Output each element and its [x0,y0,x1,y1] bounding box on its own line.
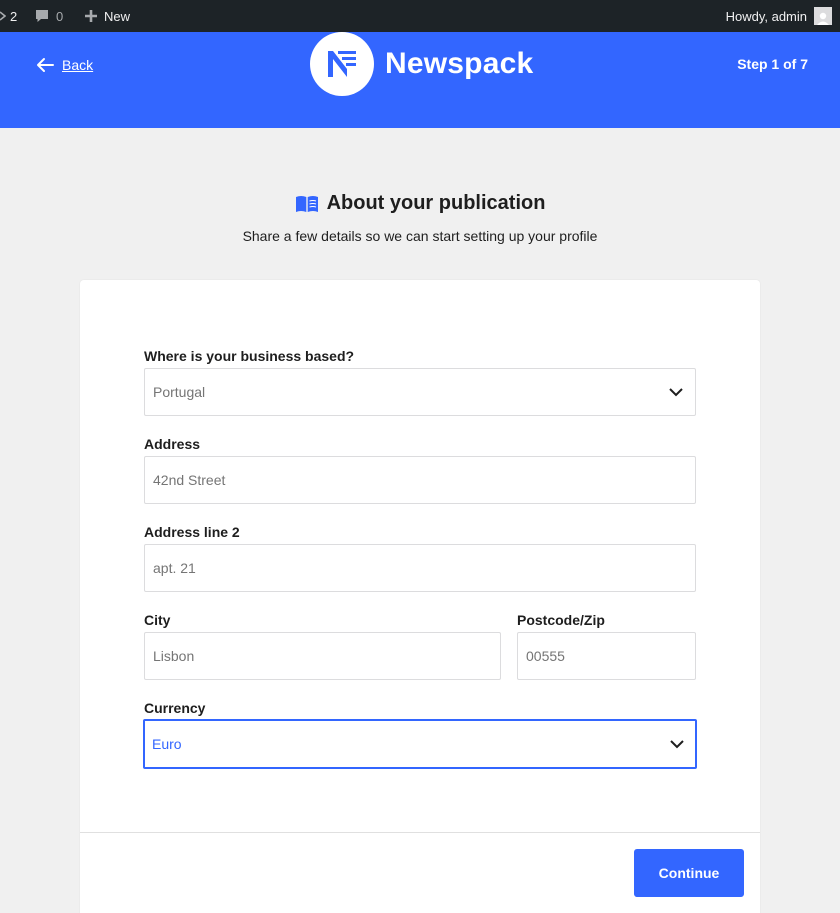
updates-item[interactable]: 2 [0,0,17,32]
address-value: 42nd Street [153,472,226,488]
comments-item[interactable]: 0 [34,0,63,32]
publication-form-card: Where is your business based? Portugal A… [80,280,760,913]
new-label: New [104,8,131,24]
page-subtitle: Share a few details so we can start sett… [242,228,598,244]
postcode-value: 00555 [526,648,565,664]
currency-label: Currency [144,700,206,716]
book-icon [295,194,319,214]
wizard-header: Back Newspack Step 1 of 7 [0,32,840,128]
comment-icon [34,8,50,24]
address2-input[interactable]: apt. 21 [144,544,696,592]
city-label: City [144,612,171,628]
address2-value: apt. 21 [153,560,196,576]
currency-select[interactable]: Euro [143,719,697,769]
postcode-input[interactable]: 00555 [517,632,696,680]
newspack-logo-icon [310,32,374,96]
howdy-text: Howdy, admin [725,8,807,24]
admin-bar: 2 0 New Howdy, admin [0,0,840,32]
page-title: About your publication [326,192,546,214]
arrow-left-icon [36,57,54,73]
brand-name: Newspack [385,47,534,80]
address-label: Address [144,436,201,452]
comments-count: 0 [56,8,64,24]
city-input[interactable]: Lisbon [144,632,501,680]
currency-value: Euro [152,736,182,752]
back-link[interactable]: Back [36,54,93,76]
postcode-label: Postcode/Zip [517,612,605,628]
newspack-logo: Newspack [310,32,533,96]
step-indicator: Step 1 of 7 [737,56,808,72]
country-select[interactable]: Portugal [144,368,696,416]
city-value: Lisbon [153,648,195,664]
continue-button[interactable]: Continue [634,849,744,897]
address-input[interactable]: 42nd Street [144,456,696,504]
updates-icon [0,11,6,21]
chevron-down-icon [669,387,683,397]
footer-divider [80,832,760,833]
country-value: Portugal [153,384,206,400]
address2-label: Address line 2 [144,524,240,540]
back-label: Back [62,57,94,73]
account-menu[interactable]: Howdy, admin [726,0,832,32]
updates-count: 2 [10,8,18,24]
plus-icon [84,9,98,23]
avatar [814,7,832,25]
country-label: Where is your business based? [144,348,355,364]
chevron-down-icon [670,739,684,749]
new-item[interactable]: New [84,0,130,32]
page-heading: About your publication [0,192,840,215]
